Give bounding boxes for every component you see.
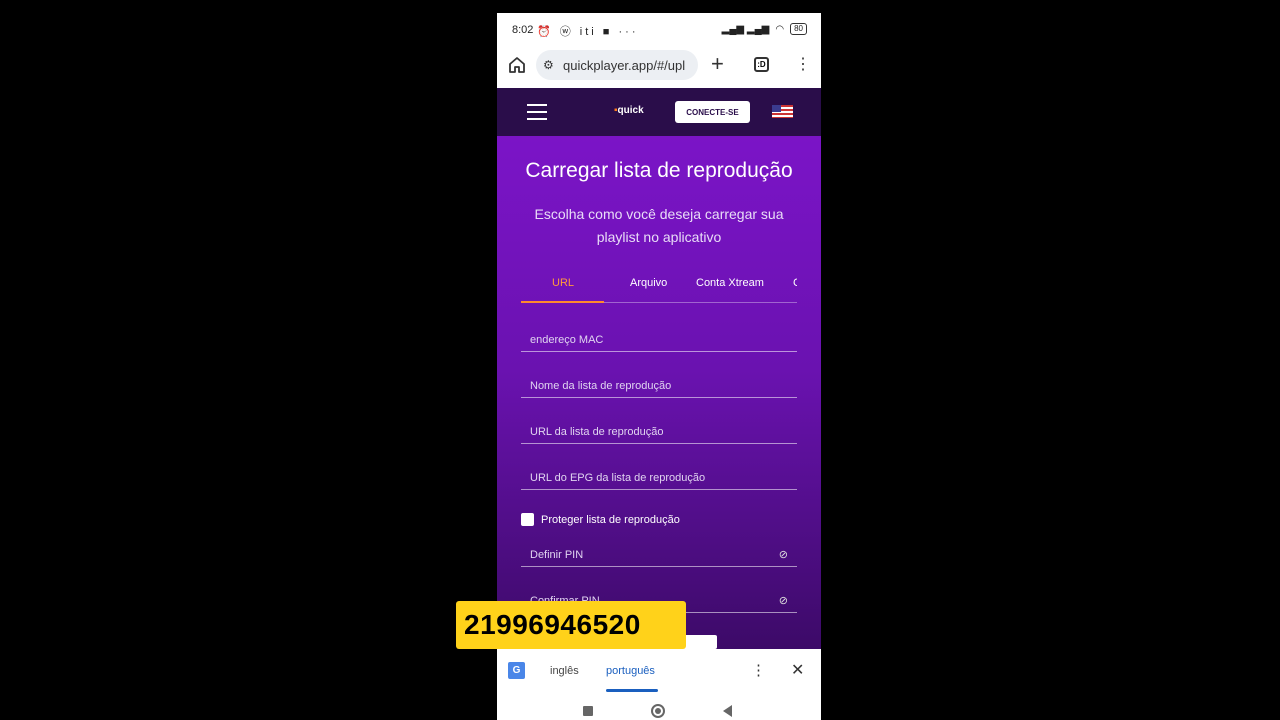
tab-arquivo[interactable]: Arquivo [630, 277, 667, 289]
tab-switcher-icon[interactable]: :D [754, 57, 769, 72]
recents-icon[interactable] [583, 706, 593, 716]
url-text: quickplayer.app/#/upl [563, 58, 686, 73]
new-tab-icon[interactable]: + [711, 51, 724, 77]
language-english[interactable]: inglês [550, 665, 579, 677]
battery-icon: 80 [790, 23, 807, 35]
home-button-icon[interactable] [651, 704, 665, 718]
active-tab-indicator [521, 301, 604, 303]
pin-input[interactable] [521, 543, 797, 566]
close-icon[interactable]: ✕ [791, 660, 804, 680]
tab-more[interactable]: C [793, 277, 797, 289]
back-icon[interactable] [723, 705, 732, 717]
tab-url[interactable]: URL [552, 277, 574, 289]
browser-toolbar: ⚙ quickplayer.app/#/upl + :D ⋮ [497, 47, 821, 88]
playlist-name-field [521, 374, 797, 398]
upload-playlist-panel: Carregar lista de reprodução Escolha com… [497, 136, 821, 656]
upload-method-tabs: URL Arquivo Conta Xtream C [521, 273, 797, 303]
protect-playlist-label: Proteger lista de reprodução [541, 513, 680, 526]
system-icons: ▂▄▆ ▂▄▆ ◠ 80 [722, 23, 807, 35]
google-translate-icon: G [508, 662, 525, 679]
hide-password-icon[interactable]: ⊘ [779, 548, 788, 561]
site-header: ▪quick CONECTE-SE [497, 88, 821, 136]
page-title: Carregar lista de reprodução [525, 159, 793, 182]
hide-password-icon[interactable]: ⊘ [779, 594, 788, 607]
selected-language-indicator [606, 689, 658, 692]
mac-address-field [521, 328, 797, 352]
browser-menu-icon[interactable]: ⋮ [795, 54, 811, 74]
status-time: 8:02 [512, 24, 534, 36]
site-logo[interactable]: ▪quick [614, 105, 644, 116]
translate-bar: G inglês português ⋮ ✕ [497, 649, 821, 697]
playlist-url-field [521, 420, 797, 444]
translate-options-icon[interactable]: ⋮ [751, 661, 766, 679]
wifi-icon: ◠ [775, 23, 785, 35]
hamburger-menu-icon[interactable] [527, 104, 547, 120]
android-nav-bar [497, 697, 821, 720]
connect-button[interactable]: CONECTE-SE [675, 101, 750, 123]
us-flag-icon[interactable] [772, 105, 793, 118]
protect-playlist-row[interactable]: Proteger lista de reprodução [521, 513, 680, 526]
epg-url-field [521, 466, 797, 490]
home-icon[interactable] [508, 56, 526, 74]
status-bar: 8:02 ⏰ ⓦ iti ■ ··· ▂▄▆ ▂▄▆ ◠ 80 [497, 13, 821, 47]
site-settings-icon[interactable]: ⚙ [543, 58, 554, 72]
signal-icon: ▂▄▆ ▂▄▆ [721, 23, 770, 35]
playlist-name-input[interactable] [521, 374, 797, 397]
pin-field: ⊘ [521, 543, 797, 567]
mac-address-input[interactable] [521, 328, 797, 351]
notification-icons: ⏰ ⓦ iti ■ ··· [537, 26, 639, 38]
epg-url-input[interactable] [521, 466, 797, 489]
language-portuguese[interactable]: português [606, 665, 655, 677]
address-bar[interactable]: ⚙ quickplayer.app/#/upl [536, 50, 698, 80]
tab-conta-xtream[interactable]: Conta Xtream [696, 277, 764, 289]
page-subtitle: Escolha como você deseja carregar sua pl… [534, 206, 784, 245]
phone-number-overlay: 21996946520 [456, 601, 686, 649]
protect-playlist-checkbox[interactable] [521, 513, 534, 526]
playlist-url-input[interactable] [521, 420, 797, 443]
